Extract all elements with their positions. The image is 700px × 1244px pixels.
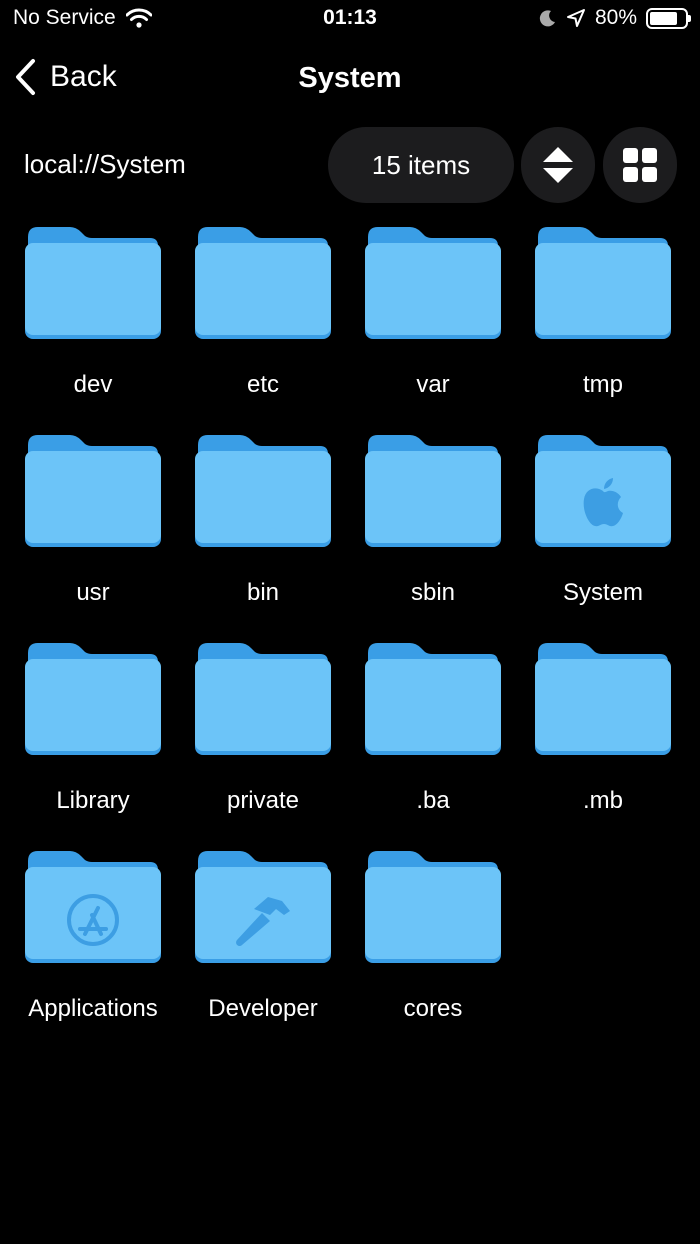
folder-label: .ba: [416, 787, 450, 814]
folder-icon: [535, 435, 671, 547]
folder-label: private: [226, 787, 300, 814]
folder-label: bin: [246, 579, 280, 606]
folder-label: tmp: [582, 371, 623, 398]
folder-label: System: [562, 579, 643, 606]
location-arrow-icon: [566, 9, 585, 27]
folder-icon: [195, 435, 331, 547]
folder-label: Developer: [208, 995, 318, 1022]
folder-icon: [25, 643, 161, 755]
folder-label: var: [416, 371, 450, 398]
folder-label: dev: [73, 371, 113, 398]
folder-grid: dev etc var tmp usr bin sbin System Library priva…: [8, 225, 688, 1057]
folder-item[interactable]: bin: [178, 433, 348, 641]
folder-icon: [365, 851, 501, 963]
folder-item[interactable]: System: [518, 433, 688, 641]
folder-icon: [535, 227, 671, 339]
folder-item[interactable]: Developer: [178, 849, 348, 1057]
battery-fill: [650, 11, 678, 25]
folder-label: usr: [76, 579, 110, 606]
moon-icon: [539, 10, 555, 27]
back-button[interactable]: Back: [14, 58, 117, 96]
folder-icon: [365, 435, 501, 547]
folder-icon: [535, 643, 671, 755]
chevron-left-icon: [16, 59, 35, 95]
folder-label: .mb: [582, 787, 623, 814]
nav-bar: Back System: [0, 52, 700, 108]
folder-item[interactable]: Library: [8, 641, 178, 849]
folder-item[interactable]: Applications: [8, 849, 178, 1057]
item-count-label: 15 items: [371, 149, 471, 180]
folder-item[interactable]: cores: [348, 849, 518, 1057]
folder-icon: [195, 643, 331, 755]
status-right: 80%: [539, 6, 691, 30]
sort-updown-icon: [543, 147, 573, 183]
folder-item[interactable]: var: [348, 225, 518, 433]
grid-view-icon: [623, 148, 657, 182]
folder-icon: [25, 227, 161, 339]
current-path: local://System: [24, 149, 186, 179]
battery-percent: 80%: [594, 6, 637, 29]
folder-item[interactable]: usr: [8, 433, 178, 641]
folder-icon: [25, 435, 161, 547]
folder-item[interactable]: tmp: [518, 225, 688, 433]
folder-item[interactable]: sbin: [348, 433, 518, 641]
view-toggle-button[interactable]: [603, 127, 677, 203]
folder-item[interactable]: private: [178, 641, 348, 849]
back-label: Back: [50, 60, 117, 93]
folder-label: cores: [403, 995, 463, 1022]
folder-item[interactable]: dev: [8, 225, 178, 433]
folder-label: Applications: [28, 995, 158, 1022]
folder-icon: [365, 227, 501, 339]
item-count-badge: 15 items: [328, 127, 514, 203]
folder-icon: [25, 851, 161, 963]
folder-item[interactable]: .mb: [518, 641, 688, 849]
folder-item[interactable]: etc: [178, 225, 348, 433]
folder-label: etc: [246, 371, 279, 398]
folder-item[interactable]: .ba: [348, 641, 518, 849]
folder-icon: [195, 227, 331, 339]
toolbar: local://System 15 items: [0, 127, 700, 203]
battery-icon: [646, 7, 691, 29]
folder-label: Library: [56, 787, 130, 814]
status-bar: No Service 01:13 80%: [0, 0, 700, 40]
folder-icon: [365, 643, 501, 755]
folder-icon: [195, 851, 331, 963]
folder-label: sbin: [410, 579, 456, 606]
sort-button[interactable]: [521, 127, 595, 203]
